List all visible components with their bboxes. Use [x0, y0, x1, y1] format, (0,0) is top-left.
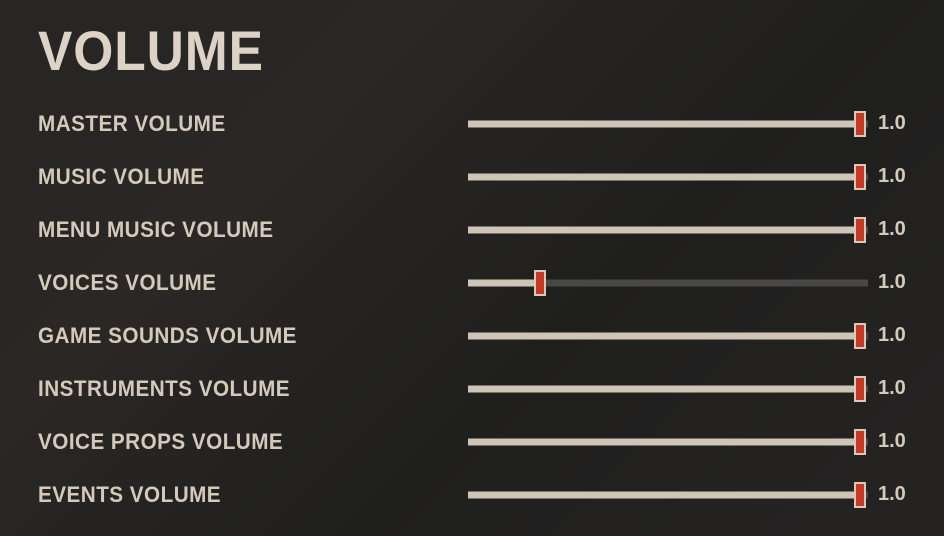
slider-row-game-sounds: GAME SOUNDS VOLUME 1.0	[38, 309, 914, 362]
slider-handle[interactable]	[854, 323, 866, 349]
slider-label-game-sounds: GAME SOUNDS VOLUME	[38, 323, 442, 349]
slider-events[interactable]	[468, 483, 868, 507]
slider-fill	[468, 226, 860, 233]
slider-row-instruments: INSTRUMENTS VOLUME 1.0	[38, 362, 914, 415]
slider-fill	[468, 120, 860, 127]
slider-value-voices: 1.0	[878, 271, 914, 294]
slider-wrap-voice-props: 1.0	[468, 430, 914, 454]
slider-voices[interactable]	[468, 271, 868, 295]
slider-value-music: 1.0	[878, 165, 914, 188]
slider-wrap-instruments: 1.0	[468, 377, 914, 401]
slider-handle[interactable]	[534, 270, 546, 296]
slider-fill	[468, 173, 860, 180]
slider-value-game-sounds: 1.0	[878, 324, 914, 347]
slider-fill	[468, 332, 860, 339]
slider-row-voices: VOICES VOLUME 1.0	[38, 256, 914, 309]
slider-music[interactable]	[468, 165, 868, 189]
slider-value-master: 1.0	[878, 112, 914, 135]
slider-handle[interactable]	[854, 376, 866, 402]
slider-instruments[interactable]	[468, 377, 868, 401]
slider-wrap-game-sounds: 1.0	[468, 324, 914, 348]
slider-label-voices: VOICES VOLUME	[38, 270, 442, 296]
slider-label-music: MUSIC VOLUME	[38, 164, 442, 190]
slider-fill	[468, 385, 860, 392]
slider-label-events: EVENTS VOLUME	[38, 482, 442, 508]
slider-handle[interactable]	[854, 482, 866, 508]
slider-wrap-events: 1.0	[468, 483, 914, 507]
slider-value-menu-music: 1.0	[878, 218, 914, 241]
slider-label-instruments: INSTRUMENTS VOLUME	[38, 376, 442, 402]
slider-fill	[468, 491, 860, 498]
slider-game-sounds[interactable]	[468, 324, 868, 348]
slider-master[interactable]	[468, 112, 868, 136]
slider-handle[interactable]	[854, 164, 866, 190]
slider-label-menu-music: MENU MUSIC VOLUME	[38, 217, 442, 243]
slider-row-master: MASTER VOLUME 1.0	[38, 97, 914, 150]
page-title: VOLUME	[38, 18, 844, 83]
slider-value-instruments: 1.0	[878, 377, 914, 400]
slider-voice-props[interactable]	[468, 430, 868, 454]
slider-menu-music[interactable]	[468, 218, 868, 242]
slider-label-master: MASTER VOLUME	[38, 111, 442, 137]
slider-label-voice-props: VOICE PROPS VOLUME	[38, 429, 442, 455]
slider-row-events: EVENTS VOLUME 1.0	[38, 468, 914, 521]
slider-wrap-voices: 1.0	[468, 271, 914, 295]
slider-wrap-menu-music: 1.0	[468, 218, 914, 242]
slider-value-voice-props: 1.0	[878, 430, 914, 453]
volume-sliders-list: MASTER VOLUME 1.0 MUSIC VOLUME 1.0 MENU …	[38, 97, 914, 521]
slider-value-events: 1.0	[878, 483, 914, 506]
slider-wrap-music: 1.0	[468, 165, 914, 189]
slider-row-music: MUSIC VOLUME 1.0	[38, 150, 914, 203]
slider-handle[interactable]	[854, 111, 866, 137]
slider-handle[interactable]	[854, 429, 866, 455]
slider-row-menu-music: MENU MUSIC VOLUME 1.0	[38, 203, 914, 256]
slider-wrap-master: 1.0	[468, 112, 914, 136]
slider-fill	[468, 279, 540, 286]
slider-handle[interactable]	[854, 217, 866, 243]
slider-row-voice-props: VOICE PROPS VOLUME 1.0	[38, 415, 914, 468]
slider-fill	[468, 438, 860, 445]
